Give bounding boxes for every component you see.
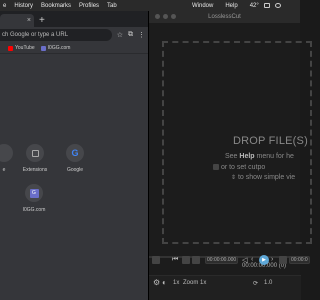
chrome-window: × + ch Google or type a URL ☆ ⧉ ⋮ YouTub… — [0, 11, 148, 300]
close-window-icon[interactable] — [155, 14, 160, 19]
play-button[interactable]: ▶ — [259, 255, 269, 265]
zoom-level[interactable]: Zoom 1x — [183, 280, 206, 286]
minimize-window-icon[interactable] — [163, 14, 168, 19]
menu-dots-icon[interactable]: ⋮ — [138, 31, 145, 39]
zoom-window-icon[interactable] — [171, 14, 176, 19]
menu-history[interactable]: History — [14, 3, 33, 9]
end-time-field[interactable]: 00:00:0 — [289, 256, 310, 264]
menu-help[interactable]: Help — [225, 3, 237, 9]
shortcut-label: e — [2, 167, 6, 173]
shortcut-label: Google — [66, 167, 84, 173]
bookmark-label: I0GG.com — [47, 45, 71, 51]
menu-profiles[interactable]: Profiles — [79, 3, 99, 9]
shortcut-google[interactable]: G Google — [57, 144, 93, 173]
mark-start-icon[interactable] — [192, 256, 200, 264]
gear-icon[interactable]: ⚙ — [153, 278, 160, 287]
loop-icon[interactable]: ⟳ — [253, 280, 258, 287]
bookmark-label: YouTube — [15, 45, 35, 51]
puzzle-icon — [26, 144, 44, 162]
weather-status[interactable]: 42° — [250, 3, 259, 9]
omnibox-placeholder: ch Google or type a URL — [2, 32, 69, 38]
google-icon: G — [66, 144, 84, 162]
new-tab-button[interactable]: + — [39, 14, 45, 27]
volume-icon[interactable]: ◐ — [162, 278, 167, 287]
menu-edit[interactable]: e — [3, 3, 6, 9]
omnibox[interactable]: ch Google or type a URL — [0, 29, 112, 41]
losslesscut-window: LosslessCut DROP FILE(S) See Help menu f… — [148, 11, 312, 300]
display-icon[interactable] — [263, 3, 270, 8]
control-center-icon[interactable] — [274, 3, 281, 8]
shortcut-label: I0GG.com — [22, 207, 46, 213]
prev-frame-icon[interactable]: ◁ — [242, 256, 247, 264]
bookmark-youtube[interactable]: YouTube — [8, 45, 35, 51]
drop-title: DROP FILE(S) — [233, 135, 308, 147]
tab-new-tab[interactable]: × — [0, 14, 34, 27]
help-hint: See Help menu for he — [225, 153, 294, 160]
bookmark-star-icon[interactable]: ☆ — [117, 31, 123, 39]
youtube-icon — [8, 45, 13, 51]
tab-strip: × + — [0, 11, 148, 27]
playback-controls: ⚙ ◐ 1x Zoom 1x ⏮ 00:00:00.000 ◁ ‹ ▶ › 00… — [149, 255, 310, 300]
menu-window[interactable]: Window — [192, 3, 213, 9]
shortcut-label: Extensions — [22, 167, 48, 173]
menu-tab[interactable]: Tab — [107, 3, 117, 9]
chrome-toolbar: ch Google or type a URL ☆ ⧉ ⋮ — [0, 27, 148, 43]
menu-bookmarks[interactable]: Bookmarks — [41, 3, 71, 9]
i0gg-icon — [40, 45, 46, 51]
start-time-field[interactable]: 00:00:00.000 — [205, 256, 239, 264]
prev-frame-icon[interactable]: ‹ — [251, 256, 253, 263]
mark-end-icon[interactable] — [279, 256, 287, 264]
set-start-icon[interactable] — [182, 256, 190, 264]
cutpoint-hint: or to set cutpo — [213, 164, 265, 171]
shortcut-icon — [0, 144, 13, 162]
macos-menubar: e History Bookmarks Profiles Tab Window … — [0, 0, 300, 11]
tab-close-icon[interactable]: × — [27, 17, 31, 24]
jump-start-icon[interactable]: ⏮ — [172, 256, 178, 264]
window-controls — [155, 14, 179, 19]
extensions-icon[interactable]: ⧉ — [128, 31, 133, 39]
window-title: LosslessCut — [208, 14, 241, 20]
losslesscut-titlebar: LosslessCut — [149, 11, 300, 23]
bookmarks-bar: YouTube I0GG.com — [0, 43, 148, 54]
shortcut-i0gg[interactable]: G I0GG.com — [16, 184, 52, 213]
speed-value: 1.0 — [264, 280, 273, 286]
step-back-icon[interactable] — [152, 256, 160, 264]
playback-rate[interactable]: 1x — [173, 280, 179, 286]
simple-view-hint: ⇕ to show simple vie — [231, 174, 296, 181]
next-frame-icon[interactable]: › — [271, 256, 273, 263]
shortcut-extensions[interactable]: Extensions — [17, 144, 53, 173]
bookmark-i0gg[interactable]: I0GG.com — [40, 45, 71, 51]
i0gg-icon: G — [25, 184, 43, 202]
